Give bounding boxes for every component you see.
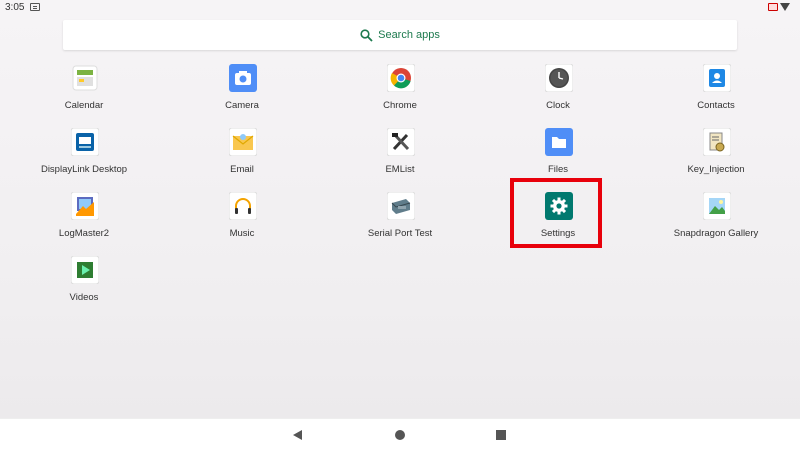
app-videos[interactable]: Videos [9, 256, 159, 320]
app-camera[interactable]: Camera [167, 64, 317, 128]
app-label: Serial Port Test [367, 228, 433, 239]
app-email[interactable]: Email [167, 128, 317, 192]
app-label: DisplayLink Desktop [40, 164, 128, 175]
videos-icon [71, 256, 99, 284]
app-calendar[interactable]: Calendar [9, 64, 159, 128]
status-bar: 3:05 [0, 0, 800, 16]
app-displaylink-desktop[interactable]: DisplayLink Desktop [9, 128, 159, 192]
app-music[interactable]: Music [167, 192, 317, 256]
navigation-bar [0, 418, 800, 451]
app-label: Chrome [383, 100, 417, 111]
app-label: Videos [69, 292, 99, 303]
emlist-icon [387, 128, 415, 156]
settings-highlight-box [510, 178, 602, 248]
key-injection-icon [703, 128, 731, 156]
home-icon[interactable] [395, 430, 405, 440]
email-icon [229, 128, 257, 156]
app-emlist[interactable]: EMList [325, 128, 475, 192]
app-label: LogMaster2 [58, 228, 110, 239]
app-label: Email [230, 164, 254, 175]
app-snapdragon-gallery[interactable]: Snapdragon Gallery [641, 192, 791, 256]
music-icon [229, 192, 257, 220]
app-label: Clock [546, 100, 570, 111]
search-bar[interactable]: Search apps [63, 20, 737, 50]
camera-icon [229, 64, 257, 92]
calendar-icon [71, 64, 99, 92]
clock-icon [545, 64, 573, 92]
notification-icon [30, 3, 40, 11]
displaylink-icon [71, 128, 99, 156]
app-clock[interactable]: Clock [483, 64, 633, 128]
search-label: Search apps [378, 29, 440, 41]
app-label: Camera [225, 100, 259, 111]
app-label: Key_Injection [687, 164, 745, 175]
cast-icon [768, 3, 778, 11]
files-icon [545, 128, 573, 156]
app-contacts[interactable]: Contacts [641, 64, 791, 128]
app-label: Music [229, 228, 255, 239]
wifi-icon [780, 3, 790, 11]
app-serial-port-test[interactable]: Serial Port Test [325, 192, 475, 256]
serial-port-icon [387, 192, 415, 220]
contacts-icon [703, 64, 731, 92]
app-chrome[interactable]: Chrome [325, 64, 475, 128]
logmaster-icon [71, 192, 99, 220]
search-icon [360, 28, 373, 42]
app-label: Files [547, 164, 569, 175]
app-label: Calendar [64, 100, 104, 111]
app-label: Snapdragon Gallery [673, 228, 759, 239]
recents-icon[interactable] [496, 430, 506, 440]
app-label: EMList [385, 164, 415, 175]
gallery-icon [703, 192, 731, 220]
chrome-icon [387, 64, 415, 92]
status-time: 3:05 [5, 2, 25, 13]
app-label: Contacts [697, 100, 735, 111]
app-key-injection[interactable]: Key_Injection [641, 128, 791, 192]
app-logmaster2[interactable]: LogMaster2 [9, 192, 159, 256]
back-icon[interactable] [293, 430, 302, 440]
